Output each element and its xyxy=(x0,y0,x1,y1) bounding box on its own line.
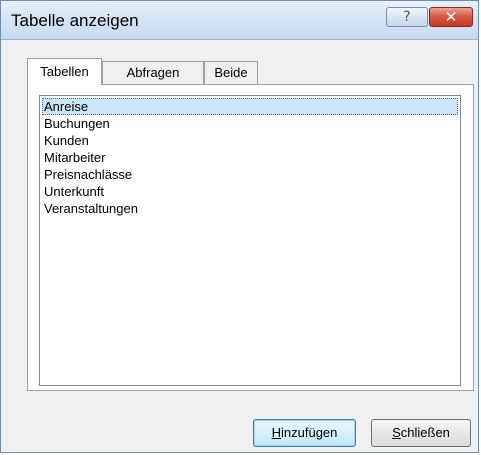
close-button-mnemonic: S xyxy=(392,425,401,440)
tab-abfragen[interactable]: Abfragen xyxy=(102,61,204,84)
list-item-unterkunft[interactable]: Unterkunft xyxy=(42,183,458,200)
add-button-label: inzufügen xyxy=(281,425,338,440)
title-bar[interactable]: Tabelle anzeigen ? ✕ xyxy=(1,1,478,40)
add-button[interactable]: Hinzufügen xyxy=(253,419,356,447)
close-icon: ✕ xyxy=(444,8,458,26)
list-item-mitarbeiter[interactable]: Mitarbeiter xyxy=(42,149,458,166)
list-item-kunden[interactable]: Kunden xyxy=(42,132,458,149)
tab-panel-tabellen: Anreise Buchungen Kunden Mitarbeiter Pre… xyxy=(27,84,474,391)
help-icon: ? xyxy=(403,9,411,25)
dialog-window: Tabelle anzeigen ? ✕ Tabellen Abfragen B… xyxy=(0,0,479,453)
close-button-label: chließen xyxy=(400,425,450,440)
list-item-buchungen[interactable]: Buchungen xyxy=(42,115,458,132)
list-item-preisnachlaesse[interactable]: Preisnachlässe xyxy=(42,166,458,183)
dialog-title: Tabelle anzeigen xyxy=(11,11,139,30)
help-button[interactable]: ? xyxy=(386,7,428,27)
close-window-button[interactable]: ✕ xyxy=(429,7,473,27)
list-item-anreise[interactable]: Anreise xyxy=(42,98,458,115)
close-button[interactable]: Schließen xyxy=(371,419,471,447)
tab-beide[interactable]: Beide xyxy=(204,61,258,84)
add-button-mnemonic: H xyxy=(271,425,281,440)
table-listbox[interactable]: Anreise Buchungen Kunden Mitarbeiter Pre… xyxy=(39,95,461,386)
list-item-veranstaltungen[interactable]: Veranstaltungen xyxy=(42,200,458,217)
tab-tabellen[interactable]: Tabellen xyxy=(27,58,102,85)
